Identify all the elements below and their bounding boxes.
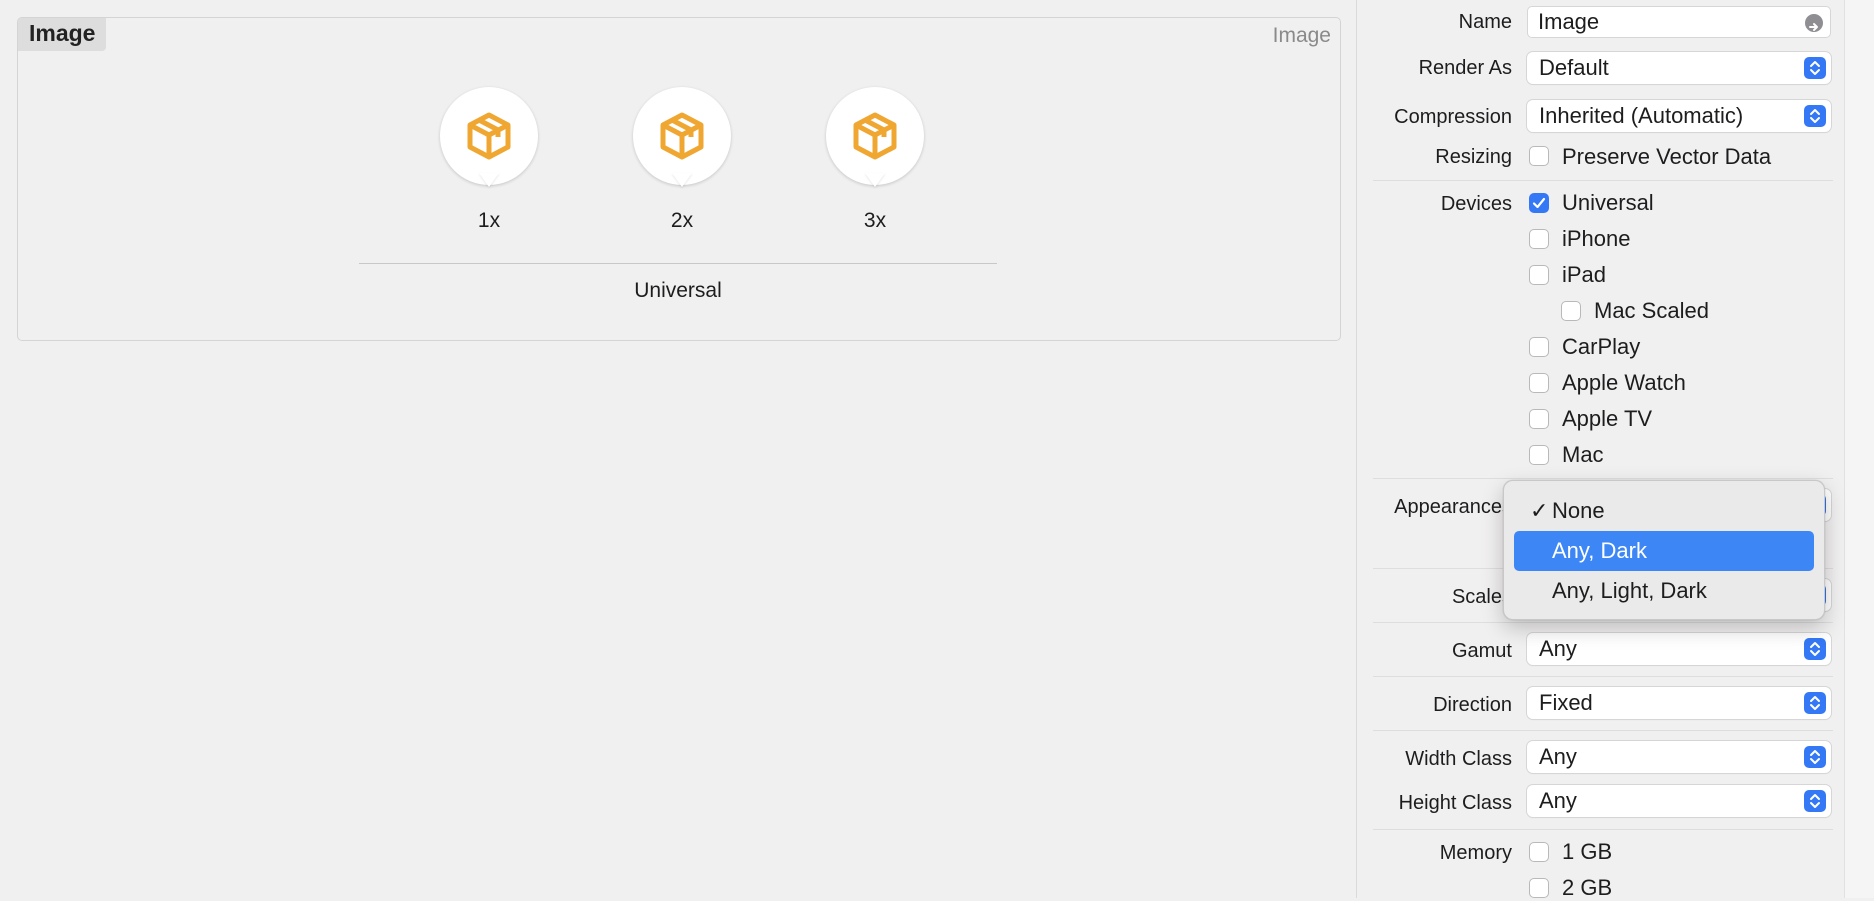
package-cube-icon <box>467 112 511 160</box>
height-class-popup[interactable]: Any <box>1527 785 1831 817</box>
memory-1gb-label: 1 GB <box>1562 839 1613 864</box>
menu-item-any-dark-label: Any, Dark <box>1552 538 1647 563</box>
image-well-1x[interactable] <box>440 87 538 187</box>
device-ipad-label: iPad <box>1562 262 1607 287</box>
image-set-name: Image <box>18 18 107 51</box>
memory-label: Memory <box>1439 842 1512 864</box>
direction-value: Fixed <box>1539 690 1593 715</box>
render-as-popup[interactable]: Default <box>1527 52 1831 84</box>
scale-label-1x: 1x <box>477 209 501 232</box>
name-field[interactable]: Image <box>1527 6 1831 38</box>
gamut-value: Any <box>1539 636 1577 661</box>
device-universal-label: Universal <box>1562 190 1654 215</box>
render-as-label: Render As <box>1418 57 1512 79</box>
width-class-label: Width Class <box>1405 748 1512 770</box>
inspector-scrollbar[interactable] <box>1844 0 1874 898</box>
device-mac-scaled-checkbox[interactable] <box>1561 301 1581 321</box>
device-apple-watch-label: Apple Watch <box>1562 370 1686 395</box>
separator <box>1373 730 1833 731</box>
popup-chevrons-icon <box>1804 790 1826 812</box>
name-label: Name <box>1458 11 1512 33</box>
device-iphone-label: iPhone <box>1562 226 1631 251</box>
device-mac-checkbox[interactable] <box>1529 445 1549 465</box>
popup-chevrons-icon <box>1804 746 1826 768</box>
gamut-popup[interactable]: Any <box>1527 633 1831 665</box>
popup-chevrons-icon <box>1804 105 1826 127</box>
package-cube-icon <box>853 112 897 160</box>
popup-chevrons-icon <box>1804 692 1826 714</box>
menu-item-none[interactable]: ✓ None <box>1514 491 1814 531</box>
menu-item-any-light-dark[interactable]: Any, Light, Dark <box>1514 571 1814 611</box>
width-class-value: Any <box>1539 744 1577 769</box>
package-cube-icon <box>660 112 704 160</box>
slot-3x[interactable]: 3x <box>826 87 924 233</box>
render-as-value: Default <box>1539 55 1609 80</box>
memory-2gb-checkbox[interactable] <box>1529 878 1549 898</box>
image-well-3x[interactable] <box>826 87 924 187</box>
checkmark-icon: ✓ <box>1530 498 1549 523</box>
separator <box>1373 676 1833 677</box>
direction-popup[interactable]: Fixed <box>1527 687 1831 719</box>
compression-value: Inherited (Automatic) <box>1539 103 1744 128</box>
gamut-label: Gamut <box>1451 640 1512 662</box>
compression-label: Compression <box>1394 106 1512 128</box>
image-set-type-label: Image <box>1272 24 1331 47</box>
direction-label: Direction <box>1433 694 1512 716</box>
device-apple-watch-checkbox[interactable] <box>1529 373 1549 393</box>
height-class-label: Height Class <box>1398 792 1512 814</box>
separator <box>1373 180 1833 181</box>
popup-chevrons-icon <box>1804 638 1826 660</box>
preserve-vector-data-checkbox[interactable] <box>1529 146 1549 166</box>
device-carplay-checkbox[interactable] <box>1529 337 1549 357</box>
slot-2x[interactable]: 2x <box>633 87 731 233</box>
height-class-value: Any <box>1539 788 1577 813</box>
compression-popup[interactable]: Inherited (Automatic) <box>1527 100 1831 132</box>
menu-item-none-label: None <box>1552 498 1605 523</box>
device-universal-checkbox[interactable] <box>1529 193 1549 213</box>
device-iphone-checkbox[interactable] <box>1529 229 1549 249</box>
image-set-panel[interactable]: Image Image 1x 2x 3x Universal <box>17 17 1341 341</box>
popup-chevrons-icon <box>1804 57 1826 79</box>
name-field-value: Image <box>1538 9 1600 34</box>
device-carplay-label: CarPlay <box>1562 334 1641 359</box>
device-mac-label: Mac <box>1562 442 1604 467</box>
menu-item-any-light-dark-label: Any, Light, Dark <box>1552 578 1707 603</box>
asset-editor-canvas: Image Image 1x 2x 3x Universal <box>0 0 1356 898</box>
separator <box>1373 622 1833 623</box>
device-mac-scaled-label: Mac Scaled <box>1594 298 1709 323</box>
menu-item-any-dark[interactable]: Any, Dark <box>1514 531 1814 571</box>
slot-1x[interactable]: 1x <box>440 87 538 233</box>
group-divider <box>359 263 997 264</box>
preserve-vector-data-label: Preserve Vector Data <box>1562 144 1772 169</box>
device-ipad-checkbox[interactable] <box>1529 265 1549 285</box>
image-well-2x[interactable] <box>633 87 731 187</box>
scale-label-2x: 2x <box>670 209 694 232</box>
memory-2gb-label: 2 GB <box>1562 875 1613 900</box>
device-apple-tv-label: Apple TV <box>1562 406 1653 431</box>
appearances-label: Appearances <box>1394 496 1512 518</box>
scale-label-3x: 3x <box>863 209 887 232</box>
group-label-universal: Universal <box>634 279 722 302</box>
devices-label: Devices <box>1440 193 1512 215</box>
device-apple-tv-checkbox[interactable] <box>1529 409 1549 429</box>
memory-1gb-checkbox[interactable] <box>1529 842 1549 862</box>
separator <box>1373 829 1833 830</box>
resizing-label: Resizing <box>1435 146 1512 168</box>
appearances-menu: ✓ None Any, Dark Any, Light, Dark <box>1503 480 1825 620</box>
separator <box>1373 478 1833 479</box>
width-class-popup[interactable]: Any <box>1527 741 1831 773</box>
go-arrow-icon[interactable] <box>1805 14 1823 32</box>
